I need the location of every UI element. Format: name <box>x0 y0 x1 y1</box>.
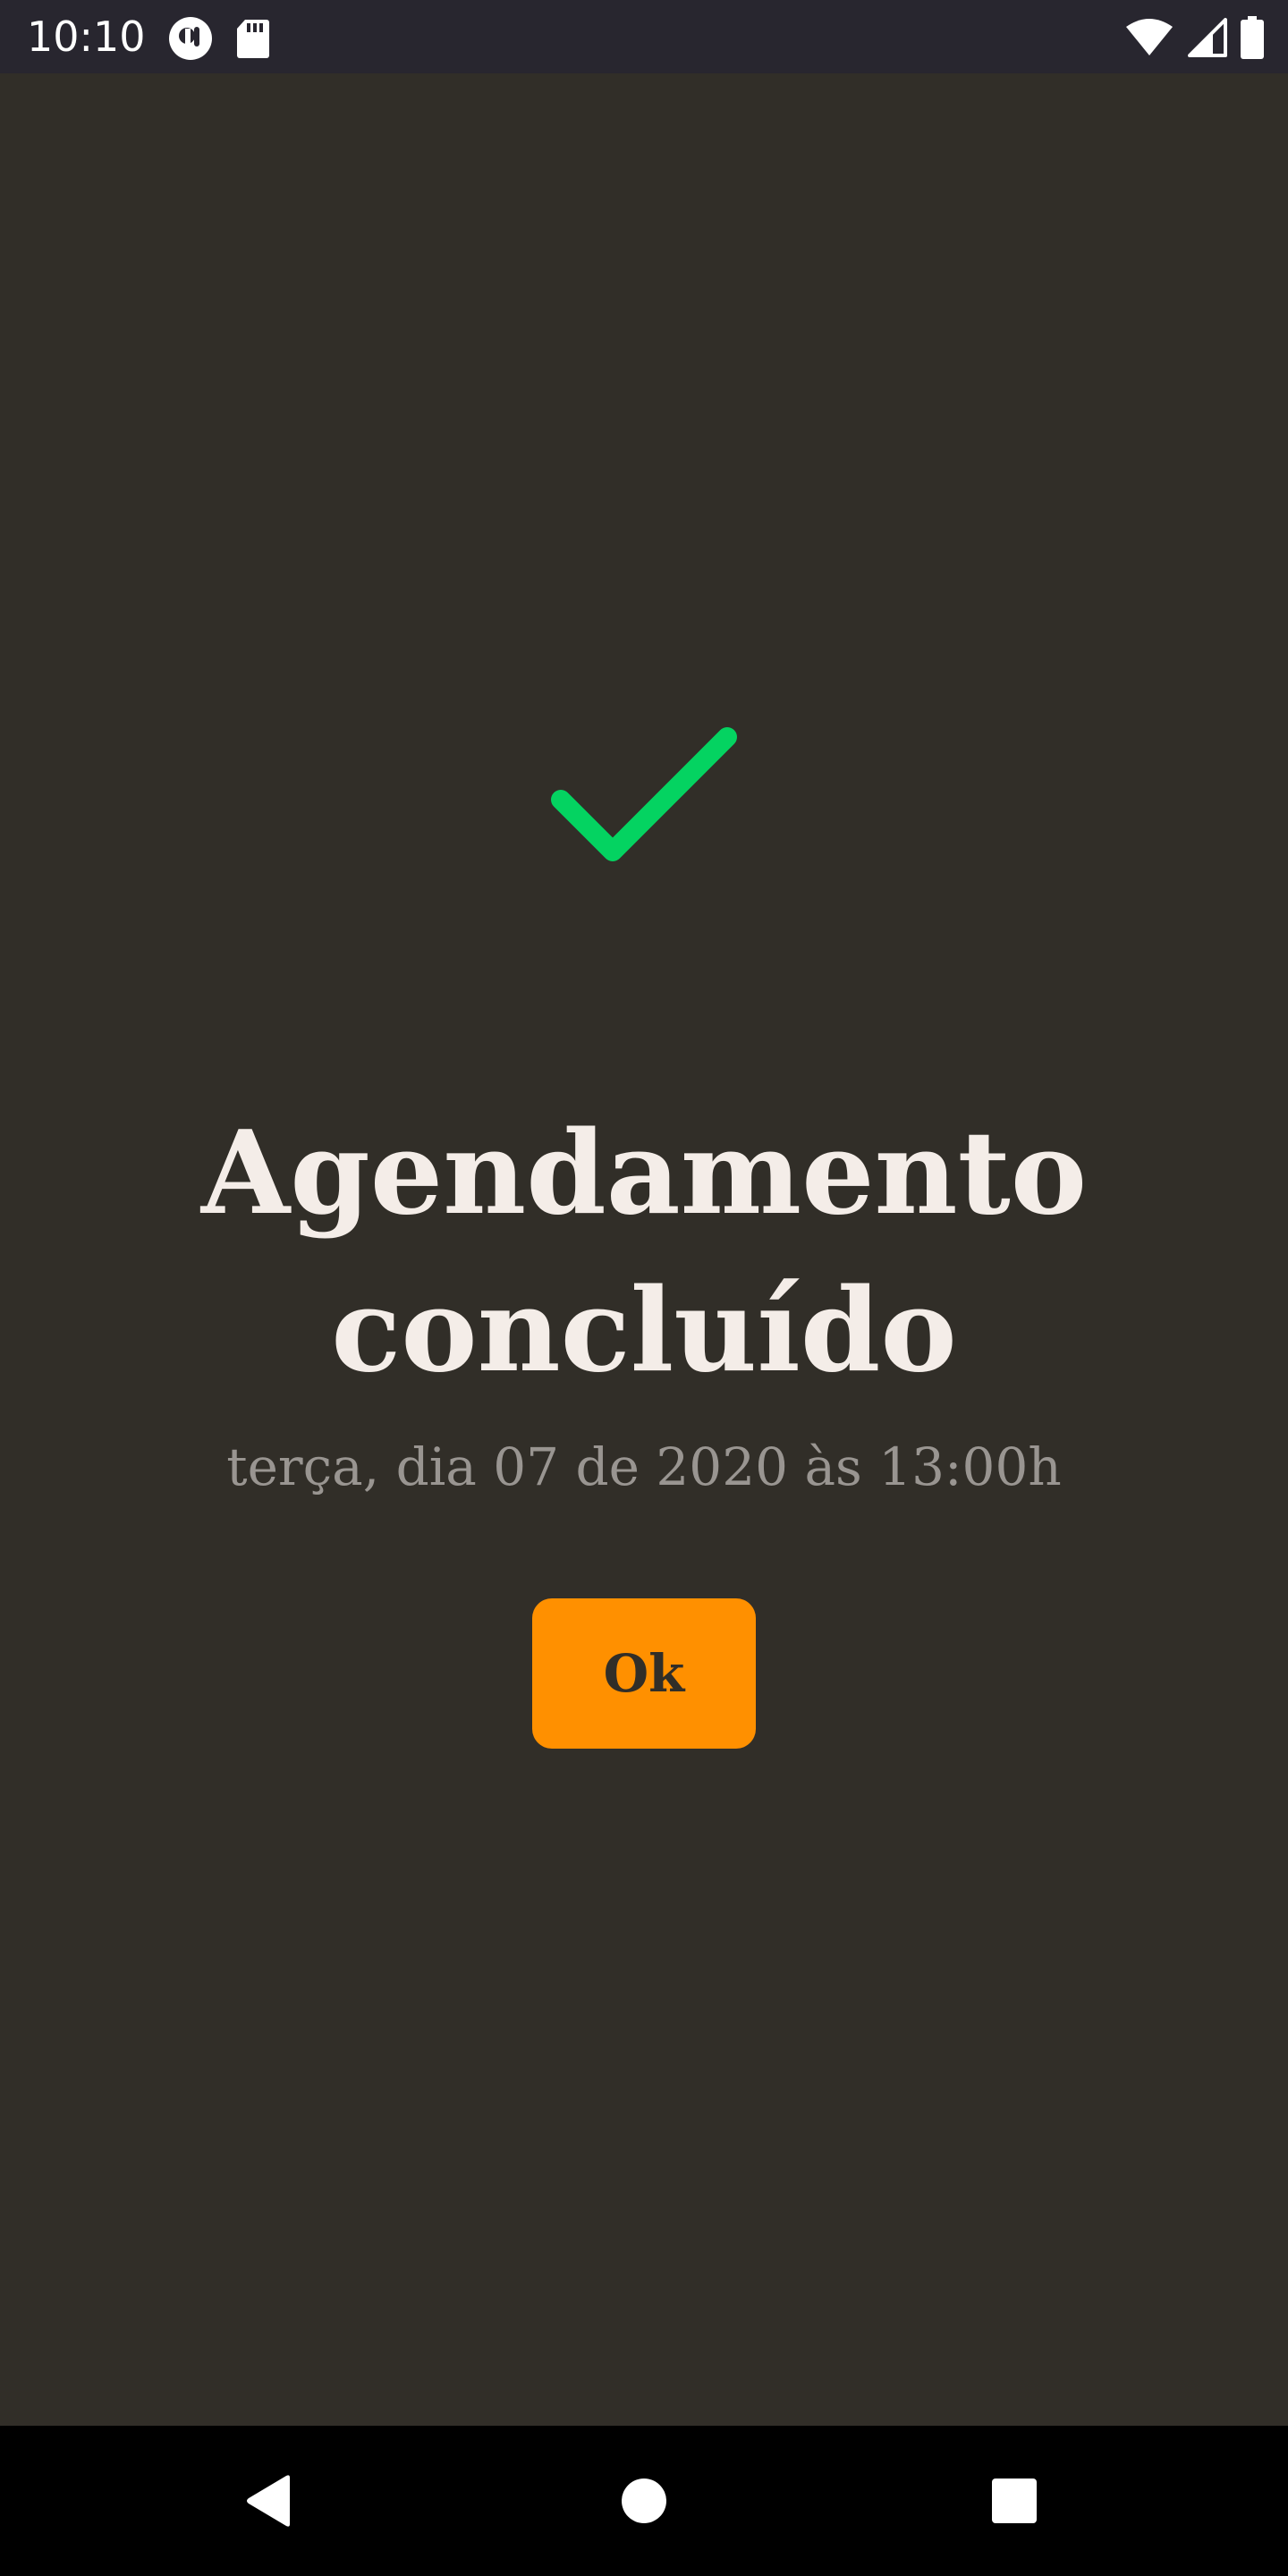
status-time: 10:10 <box>27 13 146 61</box>
back-icon <box>247 2475 290 2527</box>
status-right-icons <box>1125 16 1265 59</box>
status-left-icons <box>168 16 270 61</box>
battery-icon <box>1241 16 1264 59</box>
recents-icon <box>992 2479 1037 2523</box>
confirmation-title: Agendamento concluído <box>200 1106 1088 1398</box>
app-notification-icon <box>169 17 212 60</box>
wifi-icon <box>1126 19 1173 55</box>
navigation-bar <box>0 2426 1288 2576</box>
back-button[interactable] <box>229 2462 308 2540</box>
cell-signal-icon <box>1188 18 1227 57</box>
appointment-date-text: terça, dia 07 de 2020 às 13:00h <box>226 1436 1062 1497</box>
sd-card-icon <box>237 20 269 58</box>
recents-button[interactable] <box>975 2462 1054 2540</box>
home-button[interactable] <box>605 2462 683 2540</box>
appointment-confirmation-screen: 10:10 Agendamento concluído terça, dia 0… <box>0 0 1288 2576</box>
home-icon <box>622 2479 666 2523</box>
confirmation-content: Agendamento concluído terça, dia 07 de 2… <box>0 73 1288 2426</box>
status-bar: 10:10 <box>0 0 1288 73</box>
check-icon <box>551 727 737 861</box>
ok-button[interactable]: Ok <box>532 1598 756 1749</box>
